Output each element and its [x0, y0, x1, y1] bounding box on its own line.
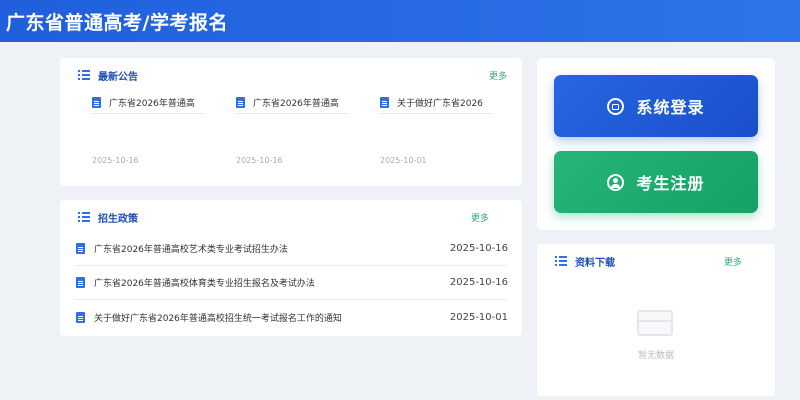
announcements-title: 最新公告 [98, 71, 138, 83]
policy-header: 招生政策 更多 [78, 202, 522, 232]
document-icon [76, 311, 85, 323]
document-icon [380, 97, 389, 108]
user-icon [607, 173, 625, 191]
downloads-more-link[interactable]: 更多 [724, 255, 742, 268]
document-icon [92, 97, 101, 108]
policy-item-title[interactable]: 关于做好广东省2026年普通高校招生统一考试报名工作的通知 [94, 311, 450, 324]
policy-title: 招生政策 [98, 213, 138, 225]
policy-card: 招生政策 更多 广东省2026年普通高校艺术类专业考试招生办法 2025-10-… [60, 200, 522, 336]
announcement-title-row: 广东省2026年普通高 [236, 92, 348, 114]
top-header-bar: 广东省普通高考/学考报名 [0, 0, 800, 42]
register-button-label: 考生注册 [636, 174, 705, 193]
announcement-title-row: 广东省2026年普通高 [92, 92, 204, 114]
policy-item-date: 2025-10-16 [449, 243, 508, 254]
announcement-date: 2025-10-16 [92, 156, 139, 165]
announcements-card: 最新公告 更多 [60, 58, 522, 186]
document-icon [76, 243, 85, 254]
announcement-title-row: 关于做好广东省2026 [380, 92, 492, 114]
actions-card: 系统登录 考生注册 [537, 58, 775, 230]
empty-state-text: 暂无数据 [637, 351, 674, 361]
announcement-title[interactable]: 广东省2026年普通高 [109, 96, 201, 109]
policy-item-title[interactable]: 广东省2026年普通高校体育类专业招生报名及考试办法 [94, 276, 450, 289]
downloads-card: 资料下载 更多 暂无数据 [537, 244, 775, 396]
list-icon [78, 70, 90, 80]
policy-item-date: 2025-10-01 [449, 311, 508, 323]
policy-list-item[interactable]: 关于做好广东省2026年普通高校招生统一考试报名工作的通知 2025-10-01 [75, 300, 508, 334]
list-icon [555, 256, 567, 266]
document-icon [236, 97, 245, 108]
document-icon [76, 277, 85, 288]
announcement-date: 2025-10-16 [236, 156, 283, 165]
announcement-title[interactable]: 关于做好广东省2026 [397, 96, 489, 109]
login-button[interactable]: 系统登录 [554, 75, 758, 137]
empty-inbox-icon [637, 310, 673, 336]
policy-item-date: 2025-10-16 [449, 277, 508, 288]
list-icon [78, 212, 90, 222]
announcement-title[interactable]: 广东省2026年普通高 [253, 96, 345, 109]
register-button[interactable]: 考生注册 [554, 151, 758, 213]
app-title: 广东省普通高考/学考报名 [6, 11, 228, 34]
policy-item-title[interactable]: 广东省2026年普通高校艺术类专业考试招生办法 [94, 242, 450, 255]
login-button-label: 系统登录 [636, 98, 705, 117]
downloads-header: 资料下载 更多 [555, 246, 775, 276]
announcement-date: 2025-10-01 [380, 156, 427, 165]
policy-more-link[interactable]: 更多 [471, 211, 489, 224]
policy-list-item[interactable]: 广东省2026年普通高校体育类专业招生报名及考试办法 2025-10-16 [75, 266, 508, 300]
announcements-header: 最新公告 更多 [78, 60, 522, 90]
downloads-title: 资料下载 [575, 257, 615, 269]
announcements-more-link[interactable]: 更多 [489, 69, 507, 82]
policy-list-item[interactable]: 广东省2026年普通高校艺术类专业考试招生办法 2025-10-16 [75, 232, 508, 266]
lock-icon [607, 97, 625, 115]
